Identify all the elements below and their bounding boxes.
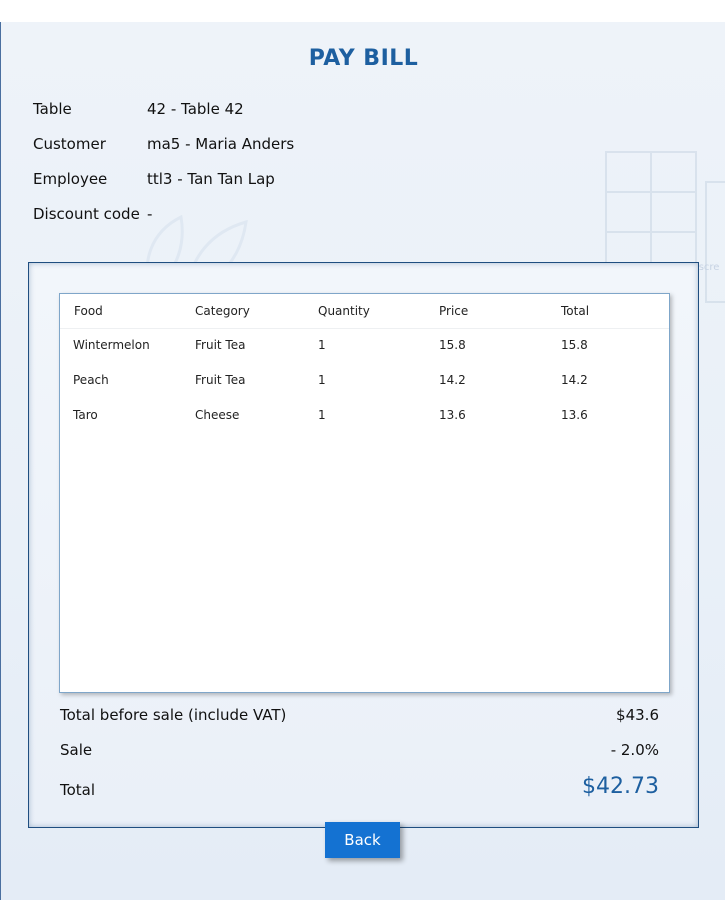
column-header-category[interactable]: Category xyxy=(195,304,250,318)
cell-food: Peach xyxy=(73,373,109,387)
table-row[interactable]: Peach Fruit Tea 1 14.2 14.2 xyxy=(60,363,669,398)
cell-quantity: 1 xyxy=(318,408,326,422)
order-items-grid[interactable]: Food Category Quantity Price Total Winte… xyxy=(59,293,670,693)
cell-category: Fruit Tea xyxy=(195,373,246,387)
cell-quantity: 1 xyxy=(318,373,326,387)
cell-food: Wintermelon xyxy=(73,338,150,352)
cell-food: Taro xyxy=(73,408,98,422)
back-button[interactable]: Back xyxy=(325,822,400,858)
pay-bill-window: Full-scre PAY BILL Table 42 - Table 42 C… xyxy=(0,22,725,900)
table-label: Table xyxy=(33,100,72,118)
column-header-food[interactable]: Food xyxy=(74,304,103,318)
cell-quantity: 1 xyxy=(318,338,326,352)
table-row[interactable]: Taro Cheese 1 13.6 13.6 xyxy=(60,398,669,433)
before-sale-label: Total before sale (include VAT) xyxy=(60,706,287,724)
employee-label: Employee xyxy=(33,170,108,188)
cell-price: 13.6 xyxy=(439,408,466,422)
table-value: 42 - Table 42 xyxy=(147,100,244,118)
cell-category: Cheese xyxy=(195,408,240,422)
column-header-price[interactable]: Price xyxy=(439,304,468,318)
discount-label: Discount code xyxy=(33,205,140,223)
discount-value: - xyxy=(147,205,153,223)
sale-value: - 2.0% xyxy=(610,741,659,759)
grid-header: Food Category Quantity Price Total xyxy=(60,294,669,329)
customer-label: Customer xyxy=(33,135,106,153)
page-title: PAY BILL xyxy=(308,46,419,71)
employee-value: ttl3 - Tan Tan Lap xyxy=(147,170,275,188)
cell-total: 13.6 xyxy=(561,408,588,422)
total-value: $42.73 xyxy=(582,774,659,799)
bill-panel: Food Category Quantity Price Total Winte… xyxy=(28,262,699,828)
before-sale-value: $43.6 xyxy=(616,706,659,724)
customer-value: ma5 - Maria Anders xyxy=(147,135,295,153)
cell-price: 14.2 xyxy=(439,373,466,387)
cell-total: 15.8 xyxy=(561,338,588,352)
table-row[interactable]: Wintermelon Fruit Tea 1 15.8 15.8 xyxy=(60,328,669,363)
sale-label: Sale xyxy=(60,741,93,759)
column-header-quantity[interactable]: Quantity xyxy=(318,304,370,318)
column-header-total[interactable]: Total xyxy=(561,304,589,318)
cell-total: 14.2 xyxy=(561,373,588,387)
total-label: Total xyxy=(60,781,96,799)
cell-category: Fruit Tea xyxy=(195,338,246,352)
cell-price: 15.8 xyxy=(439,338,466,352)
